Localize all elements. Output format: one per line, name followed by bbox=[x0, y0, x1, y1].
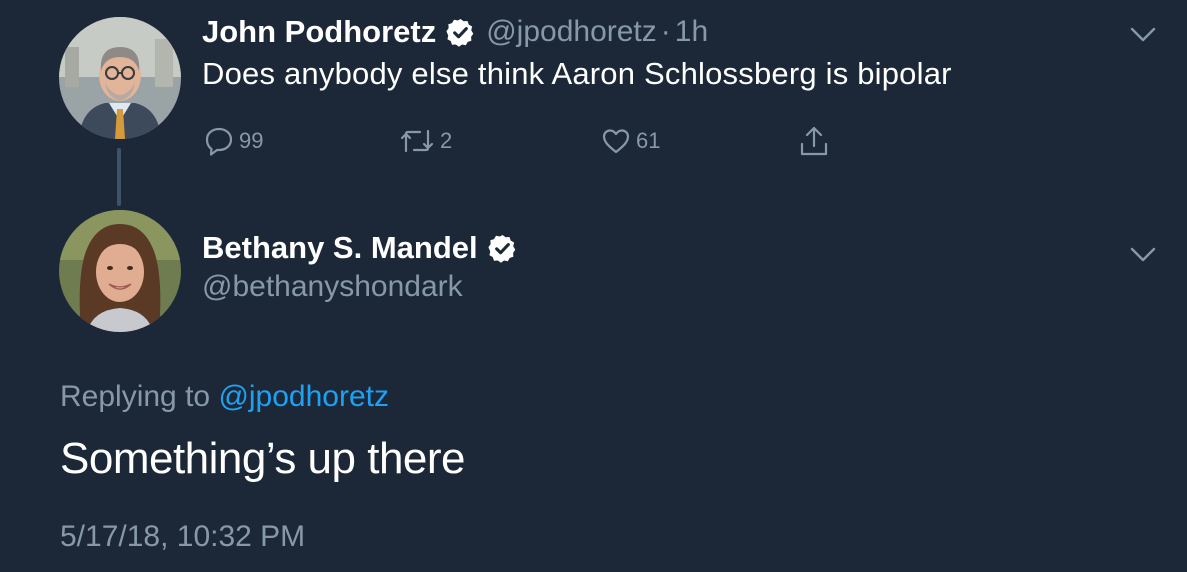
like-count: 61 bbox=[636, 128, 661, 153]
avatar-john-podhoretz[interactable] bbox=[59, 17, 181, 139]
chevron-down-icon[interactable] bbox=[1130, 26, 1156, 44]
tweet1-time-ago[interactable]: 1h bbox=[675, 15, 708, 49]
tweet2-handle[interactable]: @bethanyshondark bbox=[202, 270, 463, 304]
verified-badge-icon bbox=[446, 18, 474, 47]
tweet1-text: Does anybody else think Aaron Schlossber… bbox=[202, 56, 952, 91]
separator-dot: · bbox=[660, 15, 671, 48]
tweet1-header: John Podhoretz @jpodhoretz · 1h bbox=[202, 12, 708, 52]
replying-to-mention-link[interactable]: @jpodhoretz bbox=[218, 380, 389, 413]
tweet1-display-name[interactable]: John Podhoretz bbox=[202, 14, 436, 50]
tweet-thread: John Podhoretz @jpodhoretz · 1h Does any… bbox=[0, 0, 1187, 572]
reply-icon bbox=[205, 127, 233, 156]
tweet2-header: Bethany S. Mandel bbox=[202, 228, 518, 268]
tweet2-timestamp[interactable]: 5/17/18, 10:32 PM bbox=[60, 520, 305, 554]
thread-connector-line bbox=[117, 148, 121, 206]
share-icon bbox=[800, 126, 828, 156]
profile-photo-woman bbox=[59, 210, 181, 332]
reply-count: 99 bbox=[239, 128, 264, 153]
heart-icon bbox=[602, 129, 630, 154]
tweet2-display-name[interactable]: Bethany S. Mandel bbox=[202, 230, 478, 266]
retweet-count: 2 bbox=[440, 128, 453, 153]
tweet1-handle[interactable]: @jpodhoretz bbox=[486, 15, 657, 49]
replying-to-label: Replying to bbox=[60, 380, 219, 413]
profile-photo-man bbox=[59, 17, 181, 139]
avatar-bethany-mandel[interactable] bbox=[59, 210, 181, 332]
like-button[interactable]: 61 bbox=[600, 124, 660, 158]
retweet-button[interactable]: 2 bbox=[398, 124, 452, 158]
verified-badge-icon bbox=[488, 234, 515, 263]
chevron-down-icon[interactable] bbox=[1130, 246, 1156, 264]
retweet-icon bbox=[400, 129, 434, 153]
reply-button[interactable]: 99 bbox=[203, 124, 263, 158]
tweet2-text: Something’s up there bbox=[60, 434, 466, 483]
replying-to-line: Replying to @jpodhoretz bbox=[60, 380, 389, 414]
share-button[interactable] bbox=[797, 124, 831, 158]
